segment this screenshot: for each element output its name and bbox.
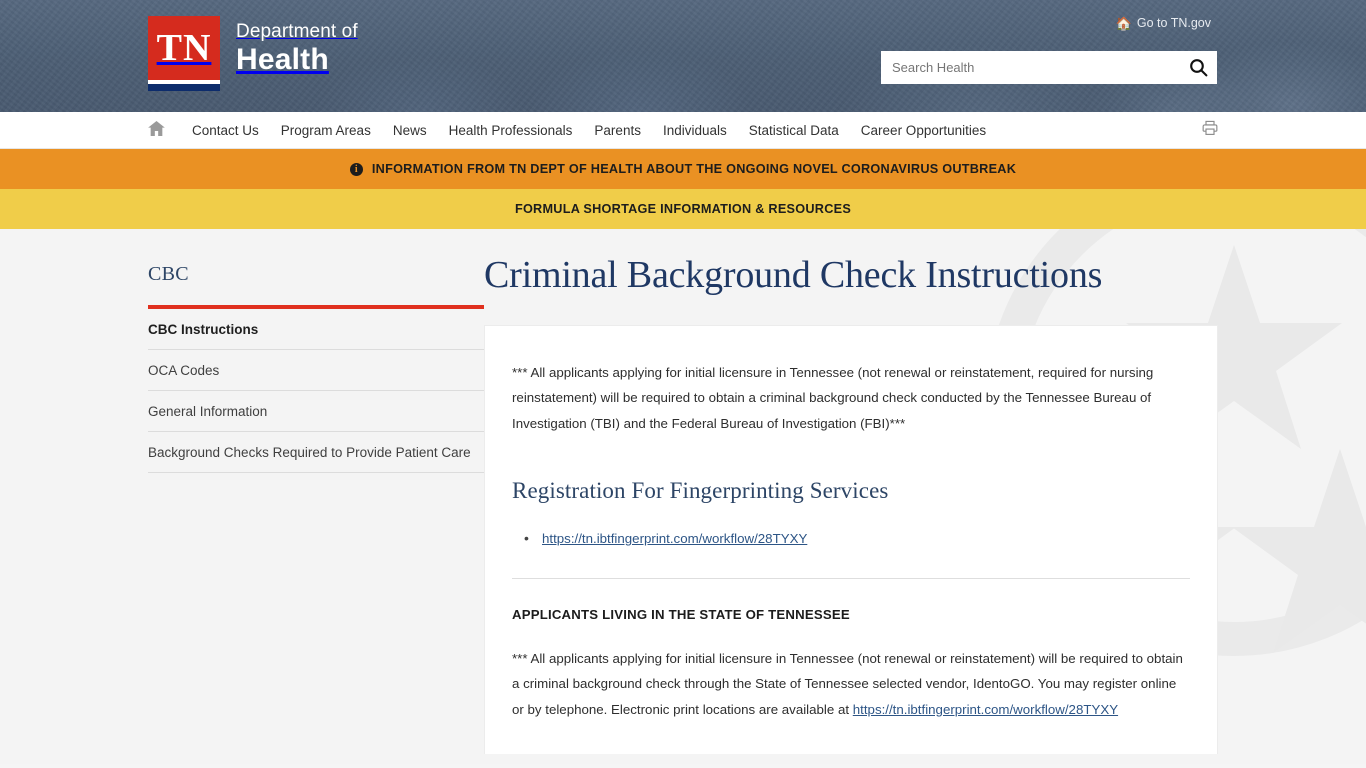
sidebar-item-label[interactable]: OCA Codes xyxy=(148,363,484,378)
sidebar-item-cbc-instructions[interactable]: CBC Instructions xyxy=(148,309,484,350)
nav-item-statistical-data[interactable]: Statistical Data xyxy=(738,112,850,149)
sidebar-item-label[interactable]: Background Checks Required to Provide Pa… xyxy=(148,445,484,460)
sidebar-item-background-checks[interactable]: Background Checks Required to Provide Pa… xyxy=(148,432,484,473)
nav-item-parents[interactable]: Parents xyxy=(583,112,652,149)
alert-banner-coronavirus-text: INFORMATION FROM TN DEPT OF HEALTH ABOUT… xyxy=(371,162,1017,176)
registration-link[interactable]: https://tn.ibtfingerprint.com/workflow/2… xyxy=(542,531,807,546)
sidebar-item-oca-codes[interactable]: OCA Codes xyxy=(148,350,484,391)
print-page-button[interactable] xyxy=(1202,120,1218,141)
go-to-tn-gov-label: Go to TN.gov xyxy=(1136,16,1211,30)
nav-item-health-professionals[interactable]: Health Professionals xyxy=(438,112,584,149)
alert-banner-formula-shortage-link[interactable]: FORMULA SHORTAGE INFORMATION & RESOURCES xyxy=(515,202,851,216)
go-to-tn-gov-link[interactable]: 🏠 Go to TN.gov xyxy=(1116,16,1211,30)
search-input[interactable] xyxy=(881,51,1179,84)
alert-banner-coronavirus-link[interactable]: i INFORMATION FROM TN DEPT OF HEALTH ABO… xyxy=(349,162,1017,176)
home-icon: 🏠 xyxy=(1115,15,1132,31)
alert-banner-coronavirus[interactable]: i INFORMATION FROM TN DEPT OF HEALTH ABO… xyxy=(0,149,1366,189)
registration-link-list: https://tn.ibtfingerprint.com/workflow/2… xyxy=(524,525,1190,552)
sidebar-title: CBC xyxy=(148,263,189,285)
home-icon xyxy=(148,120,165,141)
alert-banner-formula-shortage-text: FORMULA SHORTAGE INFORMATION & RESOURCES xyxy=(514,202,852,216)
nav-home-link[interactable] xyxy=(148,120,165,141)
tn-logo-text: TN xyxy=(148,16,220,80)
nav-item-individuals[interactable]: Individuals xyxy=(652,112,738,149)
sidebar-item-label[interactable]: General Information xyxy=(148,404,484,419)
tn-logo-stripe-blue xyxy=(148,84,220,91)
sidebar-nav-list: CBC Instructions OCA Codes General Infor… xyxy=(148,309,484,473)
intro-paragraph: *** All applicants applying for initial … xyxy=(512,364,1154,431)
nav-item-news[interactable]: News xyxy=(382,112,438,149)
subheading-applicants-in-tennessee: APPLICANTS LIVING IN THE STATE OF TENNES… xyxy=(512,606,850,622)
site-logo[interactable]: TN Department of Health xyxy=(148,16,358,91)
brand-department-label: Department of xyxy=(236,21,358,42)
main-content: Criminal Background Check Instructions *… xyxy=(484,229,1366,755)
brand-health-label: Health xyxy=(236,42,329,76)
nav-item-program-areas[interactable]: Program Areas xyxy=(270,112,382,149)
nav-item-contact-us[interactable]: Contact Us xyxy=(181,112,270,149)
site-header: TN Department of Health 🏠 Go to TN.gov xyxy=(0,0,1366,112)
page-title: Criminal Background Check Instructions xyxy=(484,254,1103,296)
search-button[interactable] xyxy=(1179,51,1217,84)
search-icon xyxy=(1189,58,1208,77)
paragraph-registration-link[interactable]: https://tn.ibtfingerprint.com/workflow/2… xyxy=(853,702,1118,717)
content-card: *** All applicants applying for initial … xyxy=(484,324,1218,755)
sidebar-item-general-information[interactable]: General Information xyxy=(148,391,484,432)
sidebar-item-label[interactable]: CBC Instructions xyxy=(148,322,484,337)
page-body: CBC CBC Instructions OCA Codes General I… xyxy=(0,229,1366,764)
search-bar[interactable] xyxy=(881,51,1217,84)
list-item: https://tn.ibtfingerprint.com/workflow/2… xyxy=(524,525,1190,552)
printer-icon xyxy=(1202,120,1218,141)
content-divider xyxy=(512,577,1190,579)
main-navigation: Contact Us Program Areas News Health Pro… xyxy=(0,112,1366,149)
section-heading-registration: Registration For Fingerprinting Services xyxy=(512,478,889,504)
paragraph-applicants-in-tennessee: *** All applicants applying for initial … xyxy=(512,646,1190,723)
alert-banner-formula-shortage[interactable]: FORMULA SHORTAGE INFORMATION & RESOURCES xyxy=(0,189,1366,229)
nav-item-career-opportunities[interactable]: Career Opportunities xyxy=(850,112,997,149)
info-icon: i xyxy=(349,162,363,176)
sidebar: CBC CBC Instructions OCA Codes General I… xyxy=(148,229,484,754)
brand-text: Department of Health xyxy=(236,16,358,77)
tn-logo-mark: TN xyxy=(148,16,220,91)
